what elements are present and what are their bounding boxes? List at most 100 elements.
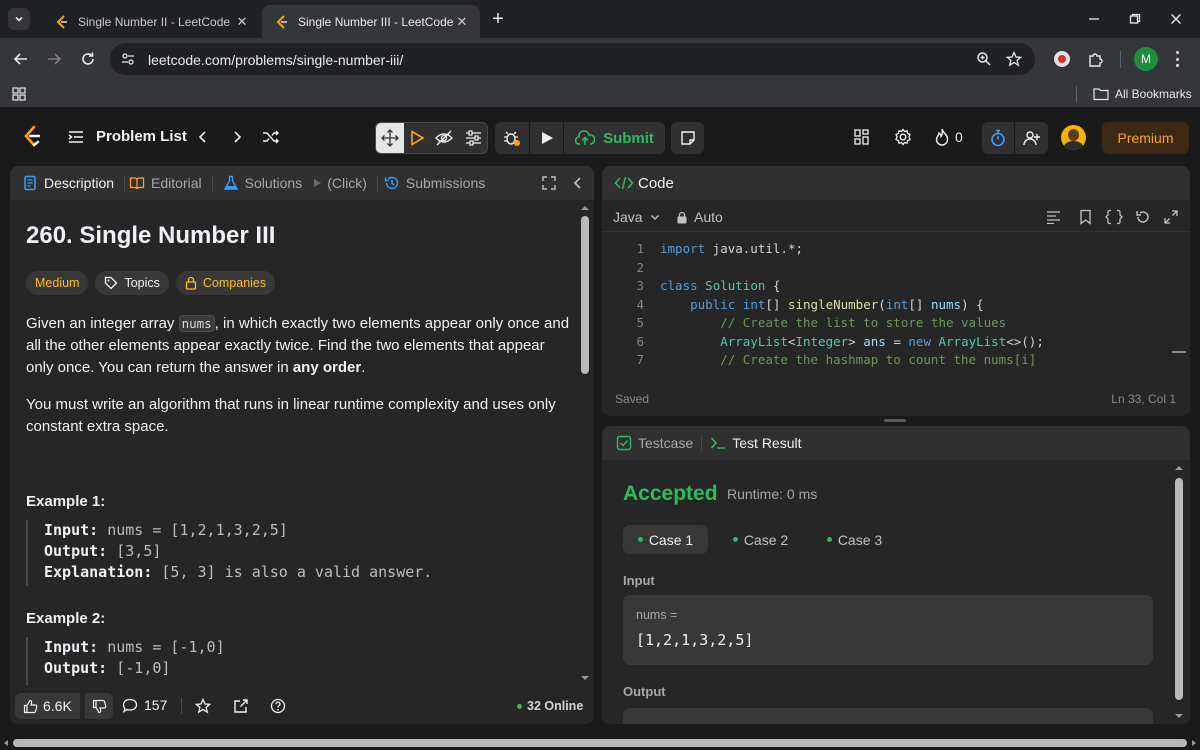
example-1-heading: Example 1: [26,493,106,510]
apps-grid-icon[interactable] [12,87,26,101]
input-heading: Input [623,573,655,588]
browser-menu-icon[interactable] [1176,51,1180,67]
sliders-icon[interactable] [465,130,482,146]
test-panel-header: Testcase Test Result [602,426,1190,460]
case-1-tab[interactable]: Case 1 [623,525,708,554]
tab-testcase[interactable]: Testcase [616,435,693,451]
example-2-block: Input: nums = [-1,0] Output: [-1,0] [26,637,556,685]
case-status-dot [732,537,738,542]
example-1-output-label: Output: [44,542,108,560]
bookmark-star-icon[interactable] [1006,51,1022,67]
maximize-icon[interactable] [542,176,556,190]
tab-solutions[interactable]: Solutions [223,175,302,191]
next-problem-icon[interactable] [231,130,243,144]
code-panel: Code Java Auto 1 import java.util.*; 2 3 c… [602,166,1190,416]
braces-icon[interactable] [1105,209,1123,225]
layout-grid-icon[interactable] [854,129,870,145]
leetcode-logo-icon[interactable] [22,125,42,147]
site-info-icon[interactable] [121,52,135,66]
share-external-icon[interactable] [233,698,249,714]
problem-tags: Medium Topics Companies [26,271,282,295]
shuffle-icon[interactable] [262,129,280,145]
code-editor[interactable]: 1 import java.util.*; 2 3 class Solution {… [602,241,1190,373]
bookmark-icon[interactable] [1079,209,1092,225]
profile-avatar[interactable]: M [1134,47,1158,71]
timer-button[interactable] [982,122,1014,154]
eye-off-icon[interactable] [435,130,453,146]
help-circle-icon[interactable] [270,698,286,714]
panel-resize-handle[interactable] [884,419,906,422]
page-horizontal-scrollbar[interactable] [0,736,1200,750]
back-arrow-icon[interactable] [12,50,30,68]
auto-mode-toggle[interactable]: Auto [676,209,723,225]
companies-button[interactable]: Companies [175,271,276,295]
tab-test-result[interactable]: Test Result [710,435,802,451]
scrollbar-thumb[interactable] [581,216,589,374]
tab-editorial[interactable]: Editorial [129,175,202,191]
comments-button[interactable]: 157 [122,697,167,713]
extension-record-icon[interactable] [1054,51,1070,67]
forward-arrow-icon[interactable] [45,50,63,68]
minimize-icon[interactable] [1085,10,1103,28]
runtime-text: Runtime: 0 ms [727,486,818,502]
collapse-left-icon[interactable] [572,176,584,190]
restore-icon[interactable] [1126,10,1144,28]
horizontal-scrollbar-thumb[interactable] [13,739,1187,747]
scroll-right-icon [1192,740,1196,746]
close-window-icon[interactable] [1167,10,1185,28]
lock-icon [677,211,687,223]
add-collaborator-button[interactable] [1015,122,1048,154]
zoom-icon[interactable] [976,51,992,67]
case-3-tab[interactable]: Case 3 [812,525,897,554]
tab-description[interactable]: Description [22,175,114,191]
code-line-7: // Create the hashmap to count the nums[… [660,352,1037,367]
tab-click[interactable]: (Click) [312,175,367,191]
problem-list-button[interactable]: Problem List [68,128,187,145]
format-icon[interactable] [1046,210,1061,224]
run-button[interactable] [530,122,563,154]
notes-button[interactable] [671,122,704,154]
test-result-panel: Testcase Test Result Accepted Runtime: 0… [602,426,1190,724]
debug-button[interactable] [495,122,529,154]
all-bookmarks-button[interactable]: All Bookmarks [1093,86,1192,102]
reset-icon[interactable] [1135,209,1151,225]
reload-icon[interactable] [79,50,97,68]
close-tab-icon[interactable]: ✕ [234,14,250,30]
dislike-button[interactable] [85,693,113,719]
user-avatar[interactable] [1061,125,1086,150]
case-2-tab[interactable]: Case 2 [718,525,803,554]
close-tab-icon[interactable]: ✕ [454,14,470,30]
address-bar[interactable]: leetcode.com/problems/single-number-iii/ [110,43,1035,75]
play-outline-icon[interactable] [409,130,425,146]
extensions-puzzle-icon[interactable] [1087,50,1105,68]
settings-gear-icon[interactable] [894,128,912,146]
chevron-down-icon [15,16,23,22]
line-number: 3 [636,278,644,293]
fire-icon [935,128,949,146]
example-2-output: [-1,0] [116,659,171,677]
tab-search-button[interactable] [8,8,30,30]
output-heading: Output [623,684,666,699]
description-scrollbar[interactable] [580,204,590,682]
move-tool-button[interactable] [376,123,404,153]
scrollbar-thumb[interactable] [1175,478,1183,700]
prev-problem-icon[interactable] [197,130,209,144]
fullscreen-icon[interactable] [1164,210,1178,224]
result-scrollbar[interactable] [1174,464,1184,720]
submit-button[interactable]: Submit [564,122,665,154]
browser-tab-1[interactable]: Single Number II - LeetCode ✕ [42,5,260,38]
new-tab-button[interactable]: + [488,8,508,30]
user-plus-icon [1022,131,1040,146]
like-button[interactable]: 6.6K [15,693,80,719]
tab-submissions[interactable]: Submissions [384,175,485,191]
premium-button[interactable]: Premium [1102,122,1189,154]
language-select[interactable]: Java [613,209,661,225]
tab-test-result-label: Test Result [732,435,802,451]
case-status-dot [826,537,832,542]
statement-text: . [361,359,366,376]
browser-tab-2-active[interactable]: Single Number III - LeetCode ✕ [262,5,480,38]
streak-counter[interactable]: 0 [934,128,963,146]
topics-button[interactable]: Topics [95,271,169,295]
favorite-star-icon[interactable] [195,698,211,714]
description-panel: Description Editorial Solutions (Click) … [10,166,594,724]
